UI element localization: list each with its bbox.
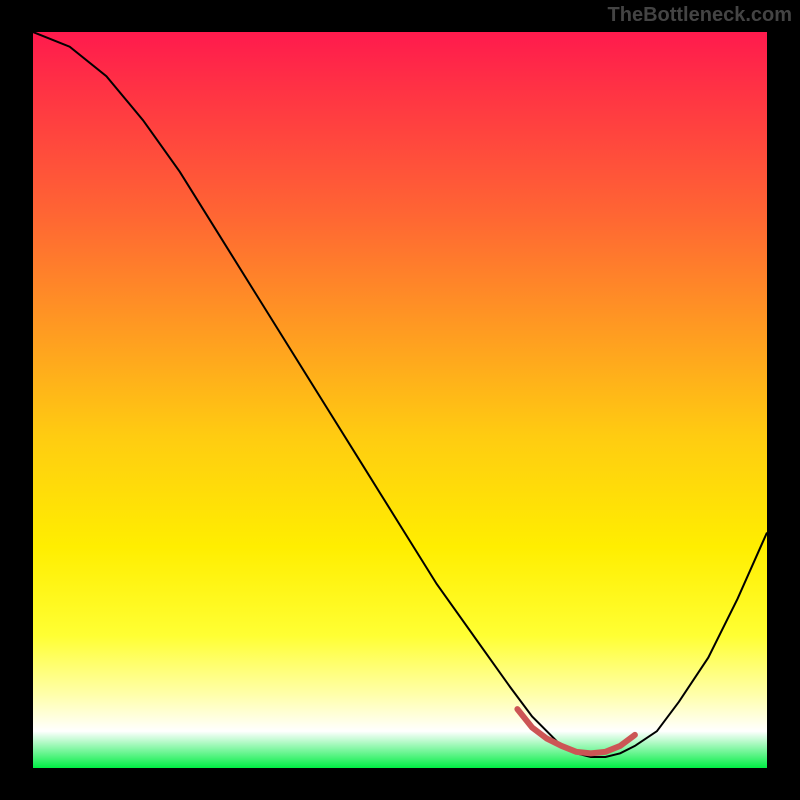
watermark-text: TheBottleneck.com	[608, 4, 792, 27]
optimal-zone-marker	[517, 709, 635, 753]
bottleneck-curve	[33, 32, 767, 757]
chart-area	[33, 32, 767, 768]
chart-svg	[33, 32, 767, 768]
